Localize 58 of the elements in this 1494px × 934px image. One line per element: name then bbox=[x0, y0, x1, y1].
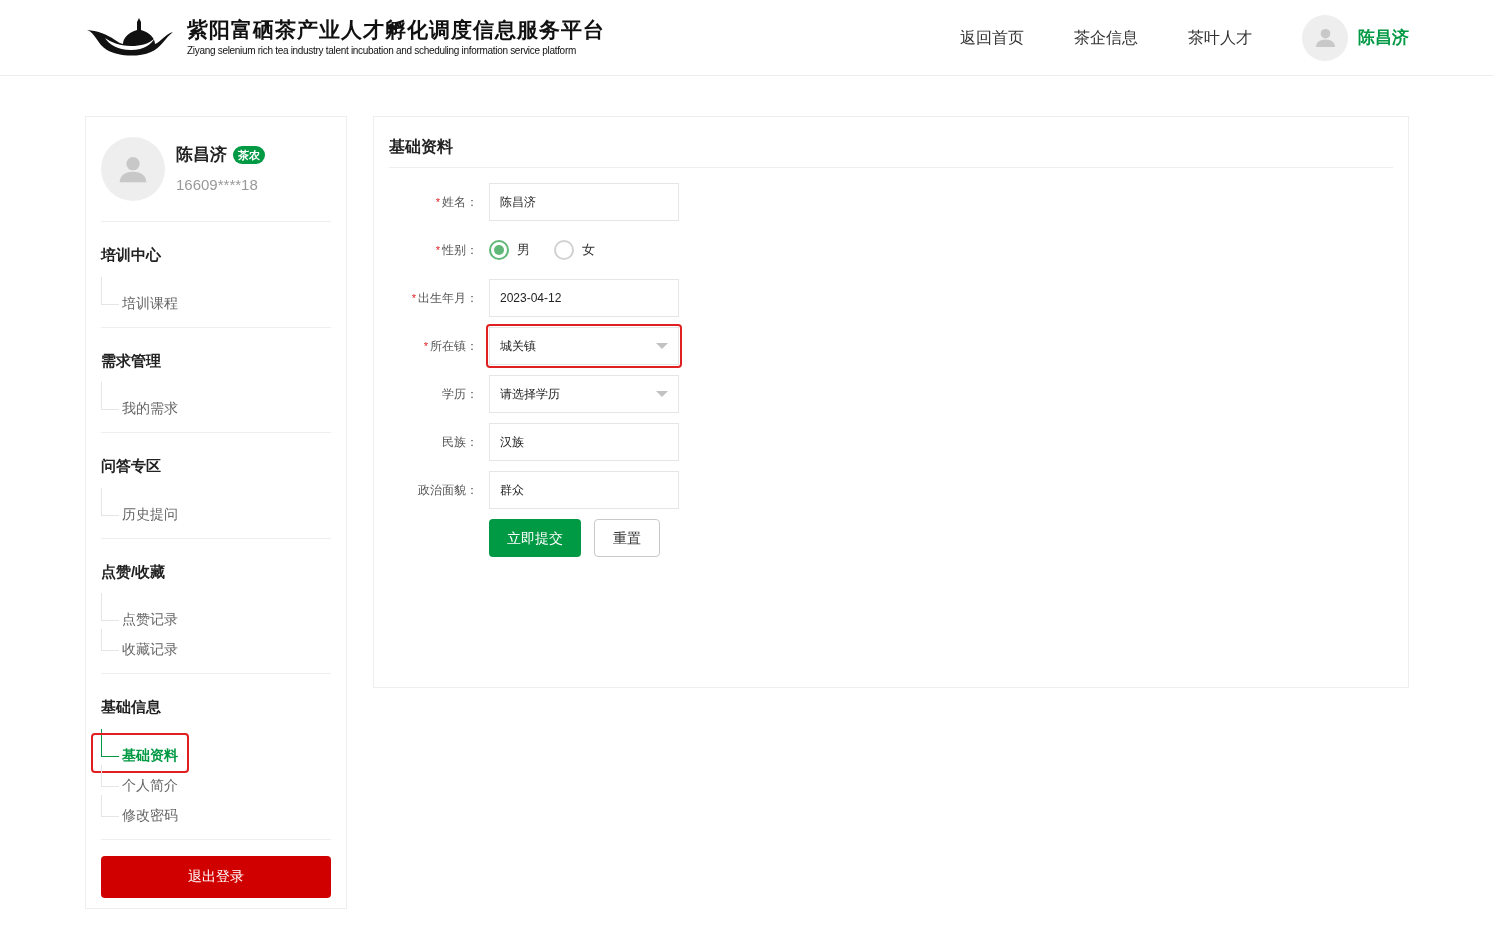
required-asterisk: * bbox=[411, 290, 416, 306]
user-name[interactable]: 陈昌济 bbox=[1358, 24, 1409, 51]
dropdown-caret-icon bbox=[656, 343, 668, 349]
tree-connector-line bbox=[101, 487, 119, 516]
field-label: 民族： bbox=[442, 434, 478, 451]
select-field[interactable]: 城关镇 bbox=[489, 327, 679, 365]
radio-button[interactable] bbox=[489, 240, 509, 260]
site-subtitle: Ziyang selenium rich tea industry talent incubation and scheduling information service platform bbox=[187, 44, 577, 58]
tree-connector-line bbox=[101, 382, 119, 410]
tree-connector-line bbox=[101, 276, 119, 305]
field-label: 出生年月： bbox=[418, 290, 478, 307]
menu-item[interactable]: 历史提问 bbox=[121, 503, 179, 524]
menu-group-title: 需求管理 bbox=[101, 350, 162, 371]
radio-option[interactable]: 男 bbox=[489, 240, 530, 260]
submit-button[interactable]: 立即提交 bbox=[489, 519, 581, 557]
menu-item[interactable]: 修改密码 bbox=[121, 804, 179, 825]
menu-item[interactable]: 培训课程 bbox=[121, 292, 179, 313]
tree-connector-line bbox=[101, 629, 119, 651]
dropdown-caret-icon bbox=[656, 391, 668, 397]
nav-link[interactable]: 茶叶人才 bbox=[1188, 25, 1252, 50]
menu-group-title: 基础信息 bbox=[101, 697, 162, 717]
field-label: 所在镇： bbox=[430, 338, 478, 355]
field-label: 性别： bbox=[442, 242, 478, 259]
field-label: 学历： bbox=[442, 386, 478, 403]
menu-item[interactable]: 基础资料 bbox=[121, 744, 179, 765]
required-asterisk: * bbox=[423, 338, 428, 354]
required-asterisk: * bbox=[435, 194, 440, 210]
site-title: 紫阳富硒茶产业人才孵化调度信息服务平台 bbox=[187, 17, 605, 43]
radio-option[interactable]: 女 bbox=[554, 240, 595, 260]
profile-name: 陈昌济 bbox=[176, 144, 227, 166]
field-label: 政治面貌： bbox=[418, 482, 478, 499]
select-field[interactable]: 请选择学历 bbox=[489, 375, 679, 413]
menu-group-title: 问答专区 bbox=[101, 456, 162, 476]
tree-connector-line bbox=[101, 728, 119, 757]
menu-item[interactable]: 收藏记录 bbox=[121, 639, 179, 659]
text-field[interactable]: 群众 bbox=[489, 471, 679, 509]
user-avatar bbox=[1302, 14, 1348, 61]
text-field[interactable]: 汉族 bbox=[489, 423, 679, 461]
tree-connector-line bbox=[101, 764, 119, 787]
menu-group-title: 点赞/收藏 bbox=[101, 561, 167, 582]
role-badge: 茶农 bbox=[233, 145, 265, 164]
required-asterisk: * bbox=[435, 242, 440, 258]
field-label: 姓名： bbox=[442, 194, 478, 211]
menu-group-title: 培训中心 bbox=[101, 245, 162, 265]
nav-link[interactable]: 返回首页 bbox=[960, 25, 1024, 50]
tree-connector-line bbox=[101, 794, 119, 817]
tree-connector-line bbox=[101, 593, 119, 621]
logout-button[interactable]: 退出登录 bbox=[101, 855, 331, 898]
menu-item[interactable]: 个人简介 bbox=[121, 774, 179, 795]
form-title: 基础资料 bbox=[389, 135, 1393, 168]
text-field[interactable]: 2023-04-12 bbox=[489, 279, 679, 317]
text-field[interactable]: 陈昌济 bbox=[489, 183, 679, 221]
profile-phone: 16609****18 bbox=[176, 174, 259, 195]
menu-item[interactable]: 我的需求 bbox=[121, 398, 179, 418]
nav-link[interactable]: 茶企信息 bbox=[1074, 25, 1138, 50]
menu-item[interactable]: 点赞记录 bbox=[121, 609, 179, 629]
radio-button[interactable] bbox=[554, 240, 574, 260]
reset-button[interactable]: 重置 bbox=[594, 519, 660, 557]
